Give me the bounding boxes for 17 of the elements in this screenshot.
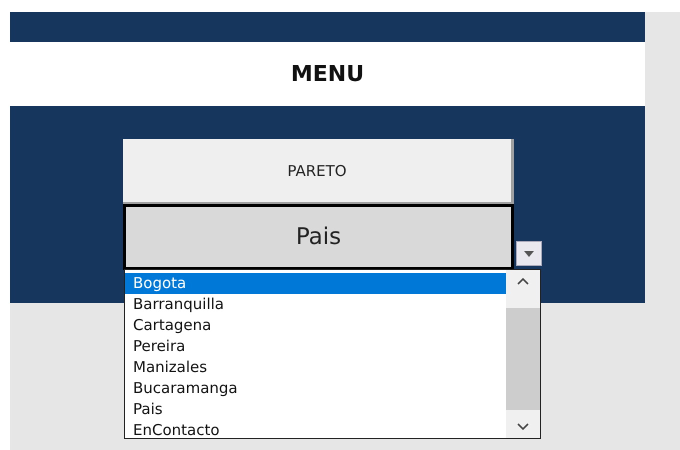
scroll-down-icon[interactable]	[516, 422, 530, 432]
combo-field[interactable]: Pais	[123, 204, 514, 270]
menu-title: MENU	[290, 62, 364, 86]
scroll-thumb[interactable]	[506, 308, 540, 410]
list-item[interactable]: Pais	[125, 399, 506, 420]
scrollbar[interactable]	[506, 270, 540, 438]
pareto-button[interactable]: PARETO	[123, 139, 514, 204]
list-item[interactable]: Barranquilla	[125, 294, 506, 315]
list-item[interactable]: EnContacto	[125, 420, 506, 441]
list-item[interactable]: Pereira	[125, 336, 506, 357]
scroll-up-icon[interactable]	[516, 276, 530, 286]
caret-icon	[524, 250, 534, 256]
list-item[interactable]: Bogota	[125, 273, 506, 294]
dropdown-button[interactable]	[516, 241, 542, 266]
list-item[interactable]: Manizales	[125, 357, 506, 378]
list-item[interactable]: Cartagena	[125, 315, 506, 336]
list-item[interactable]: Bucaramanga	[125, 378, 506, 399]
